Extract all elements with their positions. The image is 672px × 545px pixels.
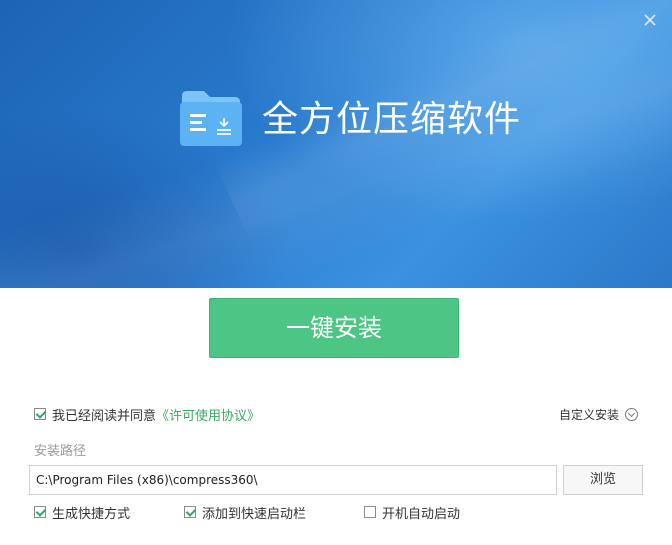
- option-create-shortcut[interactable]: 生成快捷方式: [34, 502, 130, 522]
- browse-button[interactable]: 浏览: [563, 465, 643, 495]
- custom-install-label: 自定义安装: [558, 407, 619, 422]
- one-click-install-button[interactable]: 一键安装: [209, 298, 459, 358]
- close-icon: [644, 14, 656, 26]
- close-button[interactable]: [642, 12, 658, 28]
- create-shortcut-checkbox[interactable]: [34, 506, 46, 518]
- agreement-text: 我已经阅读并同意: [52, 408, 157, 424]
- app-title: 全方位压缩软件: [262, 99, 522, 140]
- header-banner: 全方位压缩软件: [0, 0, 672, 288]
- option-auto-start[interactable]: 开机自动启动: [364, 502, 460, 522]
- option-label: 添加到快速启动栏: [202, 506, 307, 522]
- quick-launch-checkbox[interactable]: [184, 506, 196, 518]
- chevron-down-icon: [625, 407, 638, 421]
- auto-start-checkbox[interactable]: [364, 506, 376, 518]
- option-quick-launch[interactable]: 添加到快速启动栏: [184, 502, 306, 522]
- custom-install-toggle[interactable]: 自定义安装: [559, 404, 638, 424]
- option-label: 生成快捷方式: [52, 506, 131, 522]
- license-agreement-link[interactable]: 《许可使用协议》: [156, 405, 260, 424]
- agreement-row: 我已经阅读并同意 《许可使用协议》: [34, 404, 260, 424]
- install-path-input[interactable]: [29, 465, 557, 495]
- install-path-label: 安装路径: [34, 444, 87, 459]
- agreement-checkbox[interactable]: [34, 408, 46, 420]
- folder-compress-icon: [180, 91, 242, 146]
- app-logo: [180, 88, 242, 146]
- option-label: 开机自动启动: [382, 506, 461, 522]
